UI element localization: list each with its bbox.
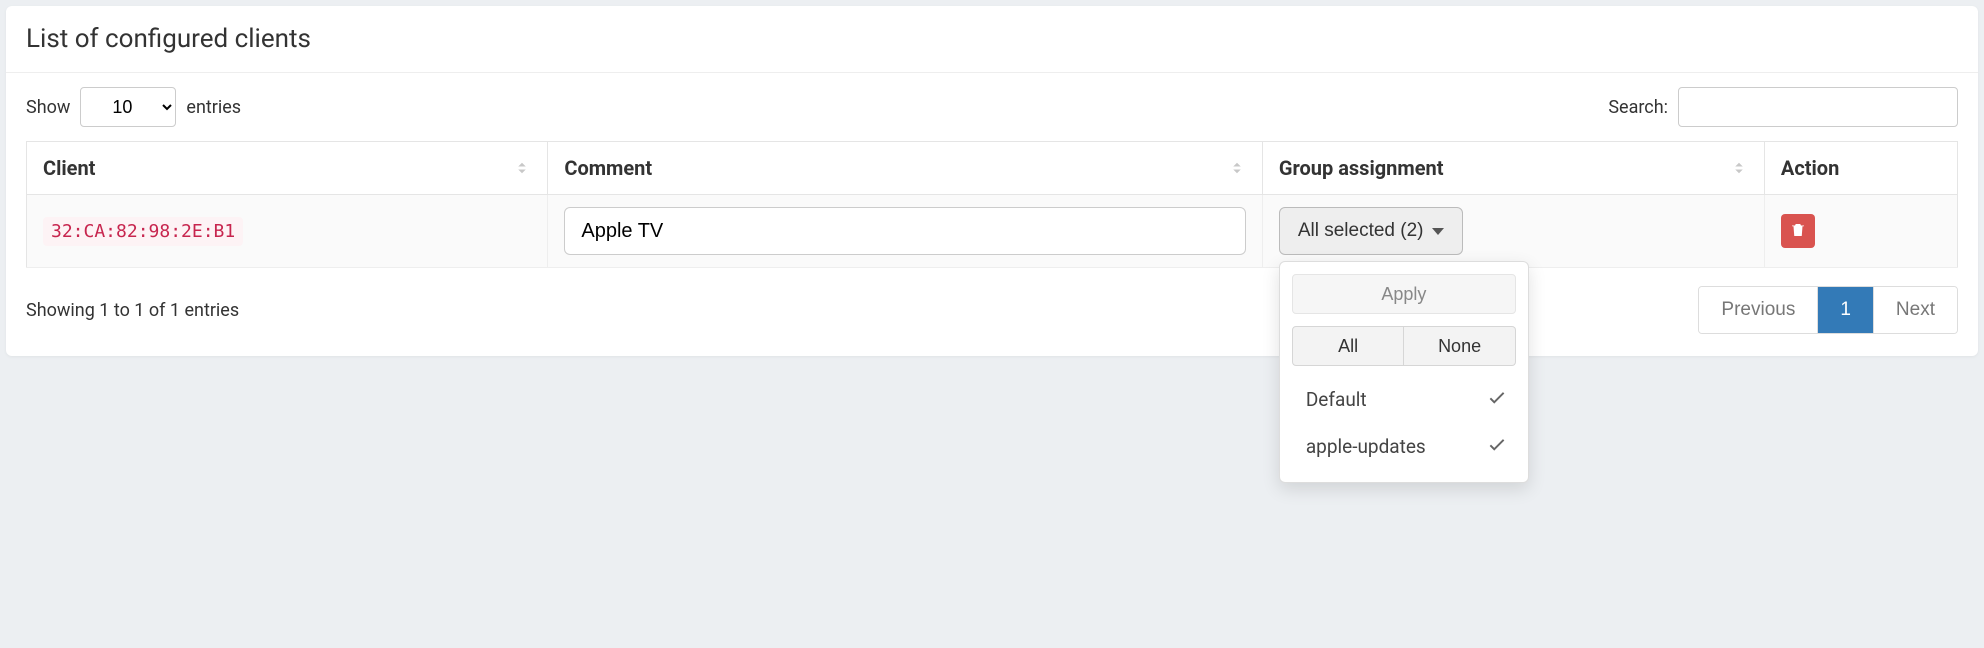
group-dropdown-menu: Apply All None Default [1279,261,1529,483]
panel-body: Show 10 entries Search: Client [6,73,1978,356]
clients-table: Client Comment [26,141,1958,268]
entries-select[interactable]: 10 [80,87,176,127]
comment-input[interactable] [564,207,1245,255]
th-comment-label: Comment [564,156,652,180]
th-client[interactable]: Client [27,142,548,195]
group-option[interactable]: apple-updates [1292,423,1516,470]
table-header-row: Client Comment [27,142,1958,195]
page-next-button[interactable]: Next [1874,287,1957,333]
table-topbar: Show 10 entries Search: [26,87,1958,127]
th-group-label: Group assignment [1279,156,1444,180]
table-row: 32:CA:82:98:2E:B1 All selected (2) A [27,195,1958,268]
th-comment[interactable]: Comment [548,142,1262,195]
page-number-button[interactable]: 1 [1818,287,1874,333]
group-option-label: Default [1306,388,1367,411]
group-select-none-button[interactable]: None [1404,326,1516,366]
clients-panel: List of configured clients Show 10 entri… [6,6,1978,356]
cell-action [1764,195,1957,268]
delete-button[interactable] [1781,214,1815,248]
search-wrap: Search: [1608,87,1958,127]
search-label: Search: [1608,97,1668,118]
check-icon [1486,386,1508,413]
panel-title: List of configured clients [26,24,1958,54]
group-dropdown-toggle[interactable]: All selected (2) [1279,207,1463,255]
length-menu: Show 10 entries [26,87,241,127]
th-action-label: Action [1781,156,1839,180]
group-dropdown-label: All selected (2) [1298,220,1424,242]
cell-group: All selected (2) Apply All None [1262,195,1764,268]
cell-client: 32:CA:82:98:2E:B1 [27,195,548,268]
group-select: All selected (2) Apply All None [1279,207,1463,255]
table-info: Showing 1 to 1 of 1 entries [26,300,239,321]
client-mac: 32:CA:82:98:2E:B1 [43,217,243,246]
trash-icon [1789,221,1807,242]
th-client-label: Client [43,156,95,180]
length-entries-label: entries [186,97,241,118]
group-select-all-none: All None [1292,326,1516,366]
length-show-label: Show [26,97,70,118]
caret-down-icon [1432,228,1444,235]
sort-icon [1730,159,1748,177]
th-action: Action [1764,142,1957,195]
panel-header: List of configured clients [6,6,1978,73]
group-option[interactable]: Default [1292,376,1516,423]
sort-icon [513,159,531,177]
search-input[interactable] [1678,87,1958,127]
th-group[interactable]: Group assignment [1262,142,1764,195]
cell-comment [548,195,1262,268]
table-bottombar: Showing 1 to 1 of 1 entries Previous 1 N… [26,286,1958,334]
group-apply-button[interactable]: Apply [1292,274,1516,314]
group-option-label: apple-updates [1306,435,1426,458]
page-previous-button[interactable]: Previous [1699,287,1818,333]
sort-icon [1228,159,1246,177]
pagination: Previous 1 Next [1698,286,1958,334]
group-select-all-button[interactable]: All [1292,326,1405,366]
check-icon [1486,433,1508,460]
